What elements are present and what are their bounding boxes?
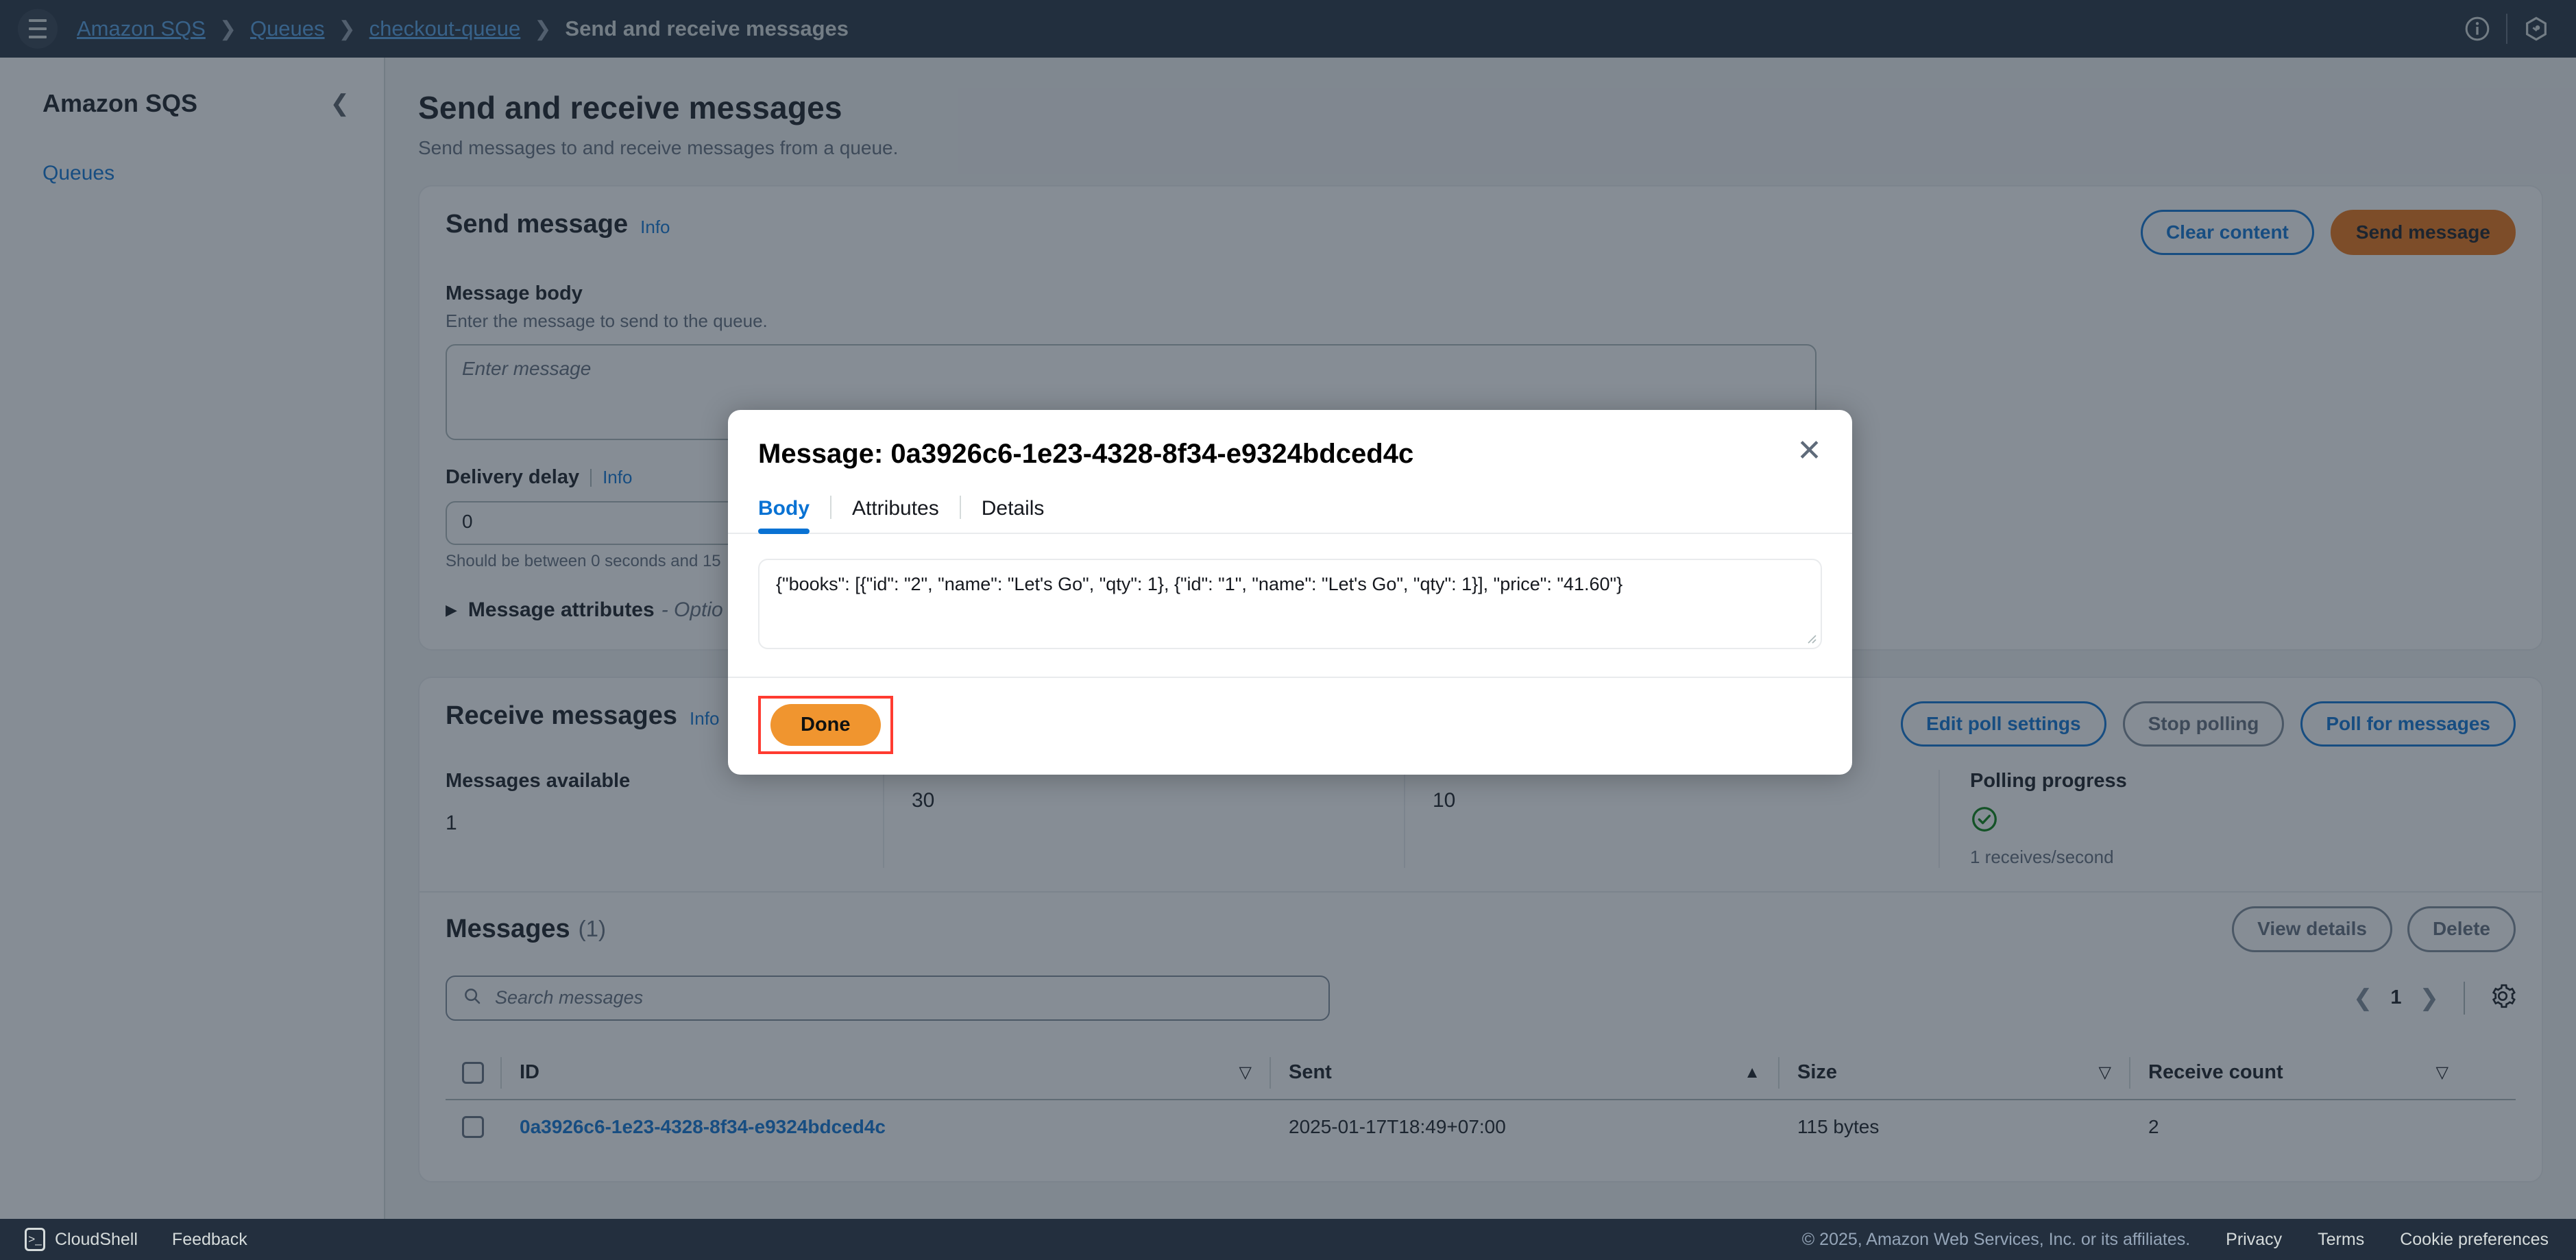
- footer-right-links: © 2025, Amazon Web Services, Inc. or its…: [1802, 1230, 2549, 1250]
- modal-title: Message: 0a3926c6-1e23-4328-8f34-e9324bd…: [758, 439, 1414, 469]
- message-detail-modal: Message: 0a3926c6-1e23-4328-8f34-e9324bd…: [728, 410, 1852, 775]
- modal-footer: Done: [728, 677, 1852, 775]
- aws-console-page: Amazon SQS ❯ Queues ❯ checkout-queue ❯ S…: [0, 0, 2576, 1260]
- cloudshell-label: CloudShell: [55, 1229, 138, 1249]
- page-footer: >_ CloudShell Feedback © 2025, Amazon We…: [0, 1219, 2576, 1260]
- cookie-preferences-link[interactable]: Cookie preferences: [2400, 1230, 2549, 1250]
- resize-grip-icon[interactable]: [1804, 631, 1816, 644]
- done-button-highlight: Done: [758, 696, 893, 754]
- modal-header: Message: 0a3926c6-1e23-4328-8f34-e9324bd…: [728, 410, 1852, 470]
- tab-body[interactable]: Body: [758, 490, 830, 534]
- done-button[interactable]: Done: [770, 704, 881, 746]
- terms-link[interactable]: Terms: [2318, 1230, 2364, 1250]
- message-body-text: {"books": [{"id": "2", "name": "Let's Go…: [776, 574, 1623, 594]
- footer-copyright: © 2025, Amazon Web Services, Inc. or its…: [1801, 1229, 2191, 1249]
- modal-body: {"books": [{"id": "2", "name": "Let's Go…: [728, 534, 1852, 677]
- message-body-textarea[interactable]: {"books": [{"id": "2", "name": "Let's Go…: [758, 559, 1822, 649]
- cloudshell-icon: >_: [25, 1228, 45, 1251]
- modal-tabs: Body Attributes Details: [728, 490, 1852, 534]
- cloudshell-button[interactable]: >_ CloudShell: [25, 1228, 138, 1251]
- footer-left-actions: >_ CloudShell Feedback: [25, 1228, 247, 1251]
- feedback-link[interactable]: Feedback: [172, 1230, 247, 1250]
- tab-details[interactable]: Details: [961, 490, 1065, 533]
- tab-attributes[interactable]: Attributes: [831, 490, 960, 533]
- close-icon[interactable]: ✕: [1797, 435, 1822, 465]
- privacy-link[interactable]: Privacy: [2226, 1230, 2282, 1250]
